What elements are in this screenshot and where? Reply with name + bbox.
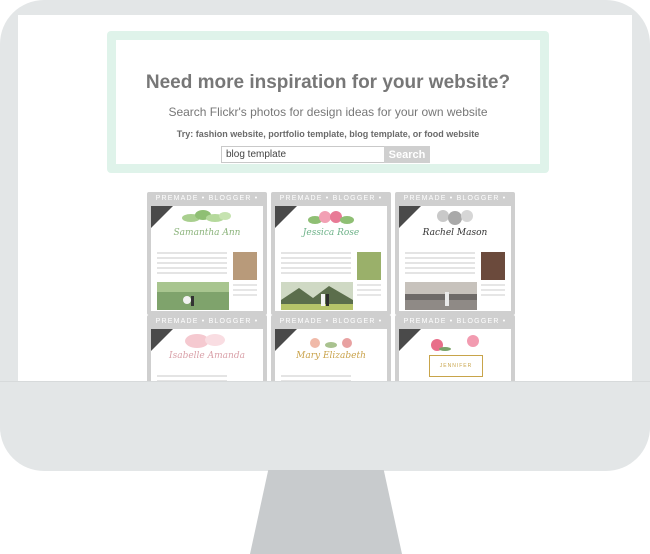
template-title: Samantha Ann	[173, 228, 241, 238]
sidebar-photo	[233, 252, 257, 280]
thumbnail-banner: PREMADE • BLOGGER • TEMPLATE	[403, 318, 507, 339]
sidebar-photo	[357, 252, 381, 280]
blush-flowers-icon	[310, 338, 352, 348]
sidebar-photo	[481, 252, 505, 280]
green-leaves-icon	[182, 210, 231, 222]
template-title: Mary Elizabeth	[296, 351, 366, 361]
panel-headline: Need more inspiration for your website?	[145, 72, 511, 93]
panel-subline: Search Flickr's photos for design ideas …	[168, 105, 488, 119]
text-lines	[157, 252, 227, 277]
corner-ribbon	[151, 329, 173, 351]
template-title: Rachel Mason	[422, 228, 488, 238]
try-suggestions: Try: fashion website, portfolio template…	[176, 129, 480, 139]
monitor-stand	[250, 470, 402, 554]
beach-sunset-photo	[405, 282, 477, 310]
thumbnail-samantha-ann[interactable]: PREMADE • BLOGGER • TEMPLATE Samantha An…	[147, 192, 267, 315]
corner-ribbon	[399, 329, 421, 351]
template-title: JENNIFER LAUREN	[429, 355, 483, 377]
template-title: Isabelle Amanda	[169, 351, 245, 361]
thumbnail-isabelle-amanda[interactable]: PREMADE • BLOGGER • TEMPLATE Isabelle Am…	[147, 315, 267, 381]
screen: Need more inspiration for your website? …	[18, 15, 632, 381]
template-title: Jessica Rose	[302, 228, 360, 238]
pink-watercolor-icon	[185, 334, 225, 348]
sidebar-lines	[233, 284, 257, 299]
text-lines	[405, 252, 475, 277]
thumbnail-preview: Rachel Mason	[399, 206, 511, 311]
search-input[interactable]	[221, 146, 385, 163]
thumbnail-banner: PREMADE • BLOGGER • TEMPLATE	[279, 318, 383, 339]
sidebar-lines	[481, 284, 505, 299]
corner-ribbon	[399, 206, 421, 228]
thumbnail-banner: PREMADE • BLOGGER • TEMPLATE	[155, 318, 259, 339]
thumbnail-preview: Isabelle Amanda	[151, 329, 263, 381]
thumbnail-jennifer-lauren[interactable]: PREMADE • BLOGGER • TEMPLATE JENNIFER LA…	[395, 315, 515, 381]
corner-ribbon	[151, 206, 173, 228]
mountain-couple-photo	[281, 282, 353, 310]
thumbnail-preview: Jessica Rose	[275, 206, 387, 311]
monitor-chin	[0, 381, 650, 471]
thumbnail-preview: JENNIFER LAUREN	[399, 329, 511, 381]
thumbnail-jessica-rose[interactable]: PREMADE • BLOGGER • TEMPLATE Jessica Ros…	[271, 192, 391, 315]
corner-ribbon	[275, 329, 297, 351]
pink-roses-icon	[308, 211, 354, 224]
text-lines	[281, 252, 351, 277]
thumbnail-mary-elizabeth[interactable]: PREMADE • BLOGGER • TEMPLATE Mary Elizab…	[271, 315, 391, 381]
thumbnail-preview: Samantha Ann	[151, 206, 263, 311]
thumbnail-preview: Mary Elizabeth	[275, 329, 387, 381]
corner-ribbon	[275, 206, 297, 228]
thumbnail-banner: PREMADE • BLOGGER • TEMPLATE	[155, 195, 259, 216]
gold-frame-roses-icon	[431, 335, 479, 351]
search-panel-inner: Need more inspiration for your website? …	[116, 40, 540, 164]
garden-wedding-photo	[157, 282, 229, 310]
inspiration-search-panel: Need more inspiration for your website? …	[107, 31, 549, 173]
thumbnail-rachel-mason[interactable]: PREMADE • BLOGGER • TEMPLATE Rachel Maso…	[395, 192, 515, 315]
search-button[interactable]: Search	[384, 146, 430, 163]
grey-flowers-icon	[437, 210, 473, 225]
sidebar-lines	[357, 284, 381, 299]
thumbnail-banner: PREMADE • BLOGGER • TEMPLATE	[279, 195, 383, 216]
thumbnail-banner: PREMADE • BLOGGER • TEMPLATE	[403, 195, 507, 216]
